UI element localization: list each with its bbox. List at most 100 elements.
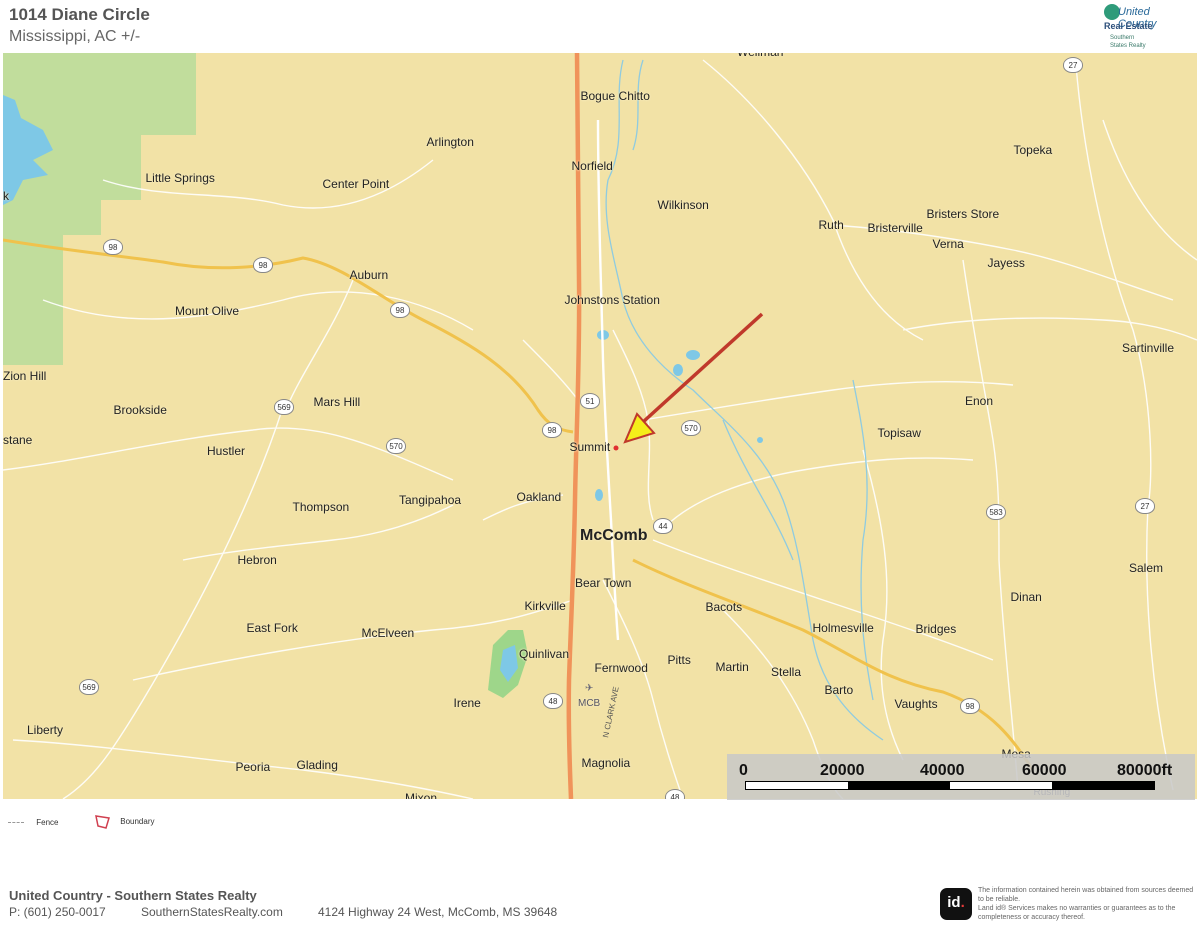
- disclaimer-line-2: Land id® Services makes no warranties or…: [978, 905, 1176, 921]
- route-shield-ms48: 48: [543, 693, 563, 709]
- scale-bar: 0 20000 40000 60000 80000ft: [727, 754, 1195, 800]
- place-label-summit: Summit: [569, 440, 611, 454]
- place-label-bear-town: Bear Town: [575, 576, 632, 590]
- website-link[interactable]: SouthernStatesRealty.com: [141, 905, 283, 919]
- place-label-verna: Verna: [932, 237, 964, 251]
- legend-boundary: Boundary: [94, 814, 154, 830]
- route-shield-ms583: 583: [986, 504, 1006, 520]
- place-label-barto: Barto: [824, 683, 854, 697]
- place-label-wilkinson: Wilkinson: [657, 198, 709, 212]
- place-label-vaughts: Vaughts: [894, 697, 938, 711]
- place-label-peoria: Peoria: [235, 760, 271, 774]
- place-label-east-fork: East Fork: [246, 621, 298, 635]
- place-label-sartinville: Sartinville: [1122, 341, 1175, 355]
- route-shield-us98-d: 98: [542, 422, 562, 438]
- logo-real-estate: Real Estate: [1104, 21, 1153, 31]
- disclaimer: The information contained herein was obt…: [978, 886, 1196, 922]
- place-label-fernwood: Fernwood: [594, 661, 648, 675]
- place-label-auburn: Auburn: [349, 268, 389, 282]
- company-name: United Country - Southern States Realty: [9, 888, 257, 903]
- airport-icon: ✈: [585, 683, 594, 694]
- route-shield-ms48-b: 48: [665, 789, 685, 799]
- place-label-tangipahoa: Tangipahoa: [399, 493, 462, 507]
- header: 1014 Diane Circle Mississippi, AC +/- Un…: [0, 0, 1200, 52]
- route-shield-us98-e: 98: [960, 698, 980, 714]
- place-label-pitts: Pitts: [667, 653, 691, 667]
- place-label-ruth: Ruth: [818, 218, 844, 232]
- place-label-zion-hill: Zion Hill: [3, 369, 47, 383]
- united-country-logo: United Country Real Estate Southern Stat…: [1096, 4, 1160, 52]
- place-label-norfield: Norfield: [571, 159, 613, 173]
- place-label-oakland: Oakland: [516, 490, 562, 504]
- route-shield-ms44: 44: [653, 518, 673, 534]
- place-label-jayess: Jayess: [987, 256, 1025, 270]
- place-label-stane: stane: [3, 433, 33, 447]
- route-shield-ms570-a: 570: [681, 420, 701, 436]
- place-label-thompson: Thompson: [292, 500, 350, 514]
- place-label-bristers-store: Bristers Store: [926, 207, 1000, 221]
- place-label-little-springs: Little Springs: [145, 171, 215, 185]
- place-label-dinan: Dinan: [1010, 590, 1042, 604]
- route-shield-us98-c: 98: [390, 302, 410, 318]
- footer: United Country - Southern States Realty …: [0, 880, 1200, 927]
- place-label-quinlivan: Quinlivan: [519, 647, 570, 661]
- place-label-arlington: Arlington: [426, 135, 474, 149]
- place-label-bogue-chitto: Bogue Chitto: [580, 89, 650, 103]
- scale-tick-80000: 80000ft: [1117, 762, 1173, 779]
- fence-icon: [8, 822, 24, 824]
- place-label-enon: Enon: [965, 394, 994, 408]
- place-label-mount-olive: Mount Olive: [175, 304, 240, 318]
- legend-fence-label: Fence: [36, 818, 59, 827]
- place-label-hustler: Hustler: [207, 444, 246, 458]
- route-shield-us98-a: 98: [103, 239, 123, 255]
- place-label-hebron: Hebron: [237, 553, 277, 567]
- office-address: 4124 Highway 24 West, McComb, MS 39648: [318, 905, 558, 919]
- place-label-topisaw: Topisaw: [877, 426, 921, 440]
- place-label-mixon: Mixon: [405, 791, 438, 799]
- place-label-mars-hill: Mars Hill: [313, 395, 361, 409]
- map-canvas[interactable]: N CLARK AVE WellmanBogue ChittoArlington…: [3, 53, 1197, 799]
- place-label-salem: Salem: [1129, 561, 1164, 575]
- place-label-bristerville: Bristerville: [867, 221, 923, 235]
- place-label-holmesville: Holmesville: [812, 621, 874, 635]
- property-title: 1014 Diane Circle: [9, 5, 150, 24]
- route-shield-us98-b: 98: [253, 257, 273, 273]
- place-label-liberty: Liberty: [27, 723, 64, 737]
- place-label-magnolia: Magnolia: [581, 756, 631, 770]
- place-label-irene: Irene: [453, 696, 481, 710]
- place-label-center-point: Center Point: [322, 177, 390, 191]
- scale-line: [745, 781, 1155, 790]
- logo-states-realty: States Realty: [1110, 43, 1146, 49]
- route-shield-us27-b: 27: [1135, 498, 1155, 514]
- place-label-glading: Glading: [296, 758, 338, 772]
- place-label-mccomb: McComb: [580, 527, 648, 544]
- place-label-kirkville: Kirkville: [524, 599, 566, 613]
- scale-segment: [1052, 782, 1154, 789]
- place-label-k: k: [3, 189, 9, 203]
- place-label-bacots: Bacots: [705, 600, 743, 614]
- boundary-icon: [95, 815, 110, 829]
- id-logo-text: id: [947, 894, 961, 911]
- scale-tick-60000: 60000: [1022, 762, 1067, 779]
- place-label-bridges: Bridges: [915, 622, 957, 636]
- scale-segment: [848, 782, 950, 789]
- place-label-stella: Stella: [771, 665, 802, 679]
- legend-fence: Fence: [8, 818, 58, 827]
- place-label-johnstons-station: Johnstons Station: [564, 293, 660, 307]
- route-shield-us27-top: 27: [1063, 57, 1083, 73]
- scale-tick-0: 0: [739, 762, 748, 779]
- land-id-logo: id.: [940, 888, 972, 920]
- route-shield-us51: 51: [580, 393, 600, 409]
- place-label-wellman: Wellman: [737, 53, 783, 59]
- place-label-mcb: MCB: [578, 697, 601, 709]
- scale-tick-40000: 40000: [920, 762, 965, 779]
- route-shield-ms569-b: 569: [79, 679, 99, 695]
- place-label-martin: Martin: [715, 660, 749, 674]
- phone-number: P: (601) 250-0017: [9, 905, 106, 919]
- place-label-topeka: Topeka: [1013, 143, 1053, 157]
- route-shield-ms570-b: 570: [386, 438, 406, 454]
- place-label-brookside: Brookside: [113, 403, 167, 417]
- property-subtitle: Mississippi, AC +/-: [9, 28, 141, 45]
- place-label-mcelveen: McElveen: [361, 626, 415, 640]
- scale-tick-20000: 20000: [820, 762, 865, 779]
